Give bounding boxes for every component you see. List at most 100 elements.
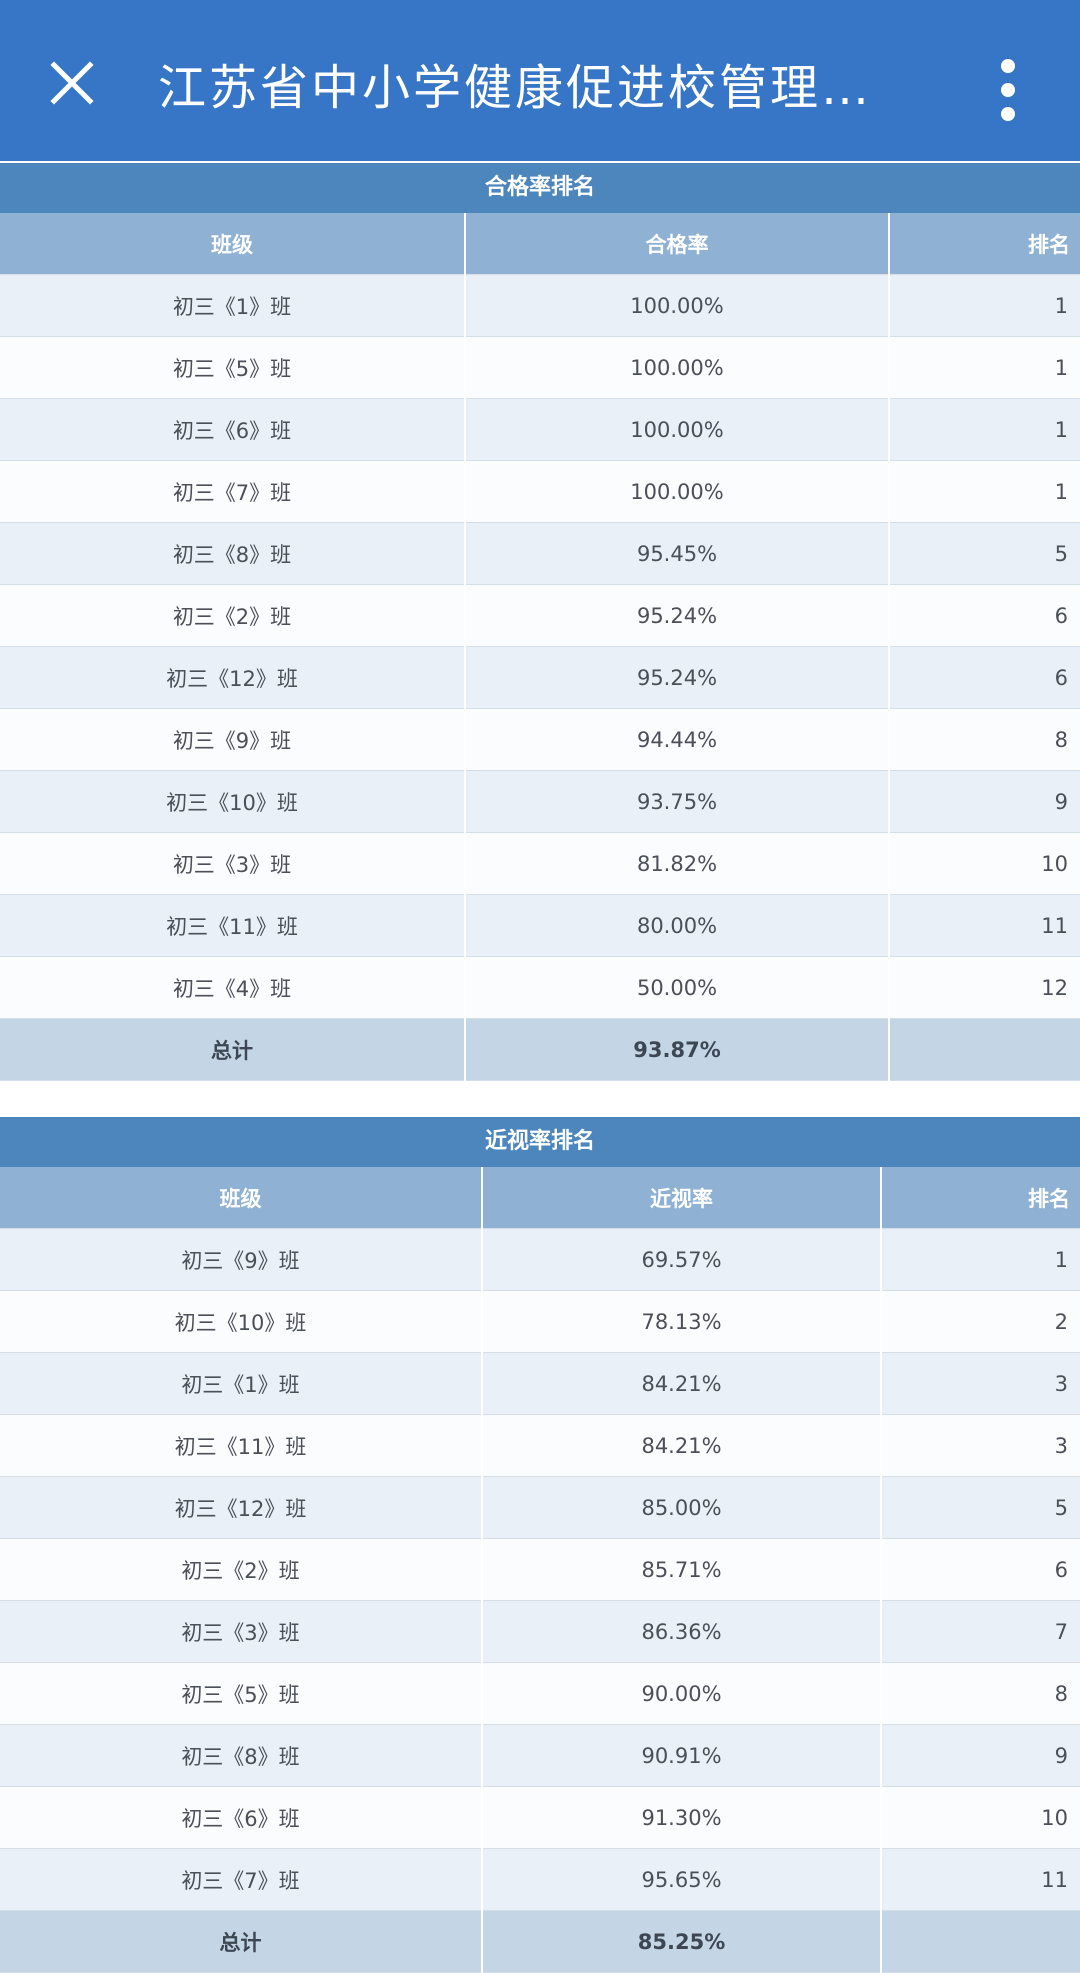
cell-rank: 3 — [880, 1352, 1080, 1415]
cell-class: 初三《6》班 — [0, 1786, 482, 1849]
cell-rank: 11 — [880, 1848, 1080, 1911]
cell-class: 初三《2》班 — [0, 584, 465, 647]
cell-rank: 10 — [888, 832, 1080, 895]
cell-class: 初三《7》班 — [0, 460, 465, 523]
column-header-pass-rate: 合格率 — [464, 213, 889, 275]
total-rank — [888, 1018, 1080, 1081]
cell-class: 初三《3》班 — [0, 832, 465, 895]
cell-rank: 8 — [880, 1662, 1080, 1725]
total-value: 93.87% — [464, 1018, 889, 1081]
table-row: 初三《7》班 95.65% 11 — [0, 1848, 1080, 1911]
cell-class: 初三《1》班 — [0, 1352, 482, 1415]
cell-rank: 5 — [880, 1476, 1080, 1539]
cell-class: 初三《2》班 — [0, 1538, 482, 1601]
table-row: 初三《6》班 91.30% 10 — [0, 1786, 1080, 1849]
cell-rank: 1 — [888, 336, 1080, 399]
table-row: 初三《5》班 100.00% 1 — [0, 336, 1080, 399]
myopia-rate-table-title: 近视率排名 — [0, 1115, 1080, 1167]
cell-rank: 9 — [888, 770, 1080, 833]
table-row: 初三《3》班 86.36% 7 — [0, 1600, 1080, 1663]
cell-rank: 1 — [888, 274, 1080, 337]
cell-class: 初三《11》班 — [0, 894, 465, 957]
column-header-rank: 排名 — [888, 213, 1080, 275]
table-row: 初三《12》班 95.24% 6 — [0, 646, 1080, 709]
cell-value: 84.21% — [481, 1414, 881, 1477]
cell-value: 95.65% — [481, 1848, 881, 1911]
cell-class: 初三《5》班 — [0, 1662, 482, 1725]
total-value: 85.25% — [481, 1910, 881, 1973]
cell-value: 85.00% — [481, 1476, 881, 1539]
cell-class: 初三《9》班 — [0, 1228, 482, 1291]
cell-value: 80.00% — [464, 894, 889, 957]
cell-rank: 11 — [888, 894, 1080, 957]
cell-value: 85.71% — [481, 1538, 881, 1601]
table-row: 初三《1》班 84.21% 3 — [0, 1352, 1080, 1415]
cell-rank: 6 — [880, 1538, 1080, 1601]
cell-rank: 12 — [888, 956, 1080, 1019]
more-vertical-icon-dot — [1001, 83, 1015, 97]
table-row: 初三《3》班 81.82% 10 — [0, 832, 1080, 895]
column-header-rank: 排名 — [880, 1167, 1080, 1229]
total-label: 总计 — [0, 1910, 482, 1973]
table-total-row: 总计 93.87% — [0, 1018, 1080, 1081]
cell-rank: 8 — [888, 708, 1080, 771]
cell-value: 100.00% — [464, 274, 889, 337]
pass-rate-table: 班级 合格率 排名 初三《1》班 100.00% 1 初三《5》班 100.00% 1 初三… — [0, 213, 1080, 1081]
more-vertical-icon — [1001, 59, 1015, 73]
cell-class: 初三《12》班 — [0, 646, 465, 709]
cell-rank: 5 — [888, 522, 1080, 585]
cell-class: 初三《1》班 — [0, 274, 465, 337]
more-vertical-icon-dot — [1001, 107, 1015, 121]
cell-class: 初三《12》班 — [0, 1476, 482, 1539]
cell-value: 50.00% — [464, 956, 889, 1019]
column-header-class: 班级 — [0, 213, 465, 275]
cell-class: 初三《10》班 — [0, 1290, 482, 1353]
myopia-rate-section: 近视率排名 班级 近视率 排名 初三《9》班 69.57% 1 初三《10》班 78.1… — [0, 1115, 1080, 1973]
cell-value: 91.30% — [481, 1786, 881, 1849]
cell-class: 初三《5》班 — [0, 336, 465, 399]
table-header-row: 班级 合格率 排名 — [0, 213, 1080, 275]
cell-value: 95.45% — [464, 522, 889, 585]
cell-value: 93.75% — [464, 770, 889, 833]
app-bar: 江苏省中小学健康促进校管理… — [0, 0, 1080, 161]
cell-rank: 2 — [880, 1290, 1080, 1353]
cell-rank: 9 — [880, 1724, 1080, 1787]
cell-rank: 7 — [880, 1600, 1080, 1663]
table-row: 初三《6》班 100.00% 1 — [0, 398, 1080, 461]
cell-value: 78.13% — [481, 1290, 881, 1353]
close-button[interactable] — [32, 43, 112, 123]
table-total-row: 总计 85.25% — [0, 1910, 1080, 1973]
table-row: 初三《12》班 85.00% 5 — [0, 1476, 1080, 1539]
cell-rank: 1 — [888, 398, 1080, 461]
more-options-button[interactable] — [968, 50, 1048, 130]
table-row: 初三《4》班 50.00% 12 — [0, 956, 1080, 1019]
cell-value: 90.91% — [481, 1724, 881, 1787]
cell-value: 100.00% — [464, 460, 889, 523]
table-row: 初三《8》班 90.91% 9 — [0, 1724, 1080, 1787]
total-label: 总计 — [0, 1018, 465, 1081]
cell-class: 初三《9》班 — [0, 708, 465, 771]
close-icon — [50, 61, 94, 105]
cell-value: 84.21% — [481, 1352, 881, 1415]
table-header-row: 班级 近视率 排名 — [0, 1167, 1080, 1229]
cell-value: 100.00% — [464, 398, 889, 461]
cell-rank: 1 — [880, 1228, 1080, 1291]
table-row: 初三《9》班 94.44% 8 — [0, 708, 1080, 771]
table-row: 初三《10》班 78.13% 2 — [0, 1290, 1080, 1353]
cell-value: 86.36% — [481, 1600, 881, 1663]
table-row: 初三《7》班 100.00% 1 — [0, 460, 1080, 523]
pass-rate-section: 合格率排名 班级 合格率 排名 初三《1》班 100.00% 1 初三《5》班 100.… — [0, 161, 1080, 1081]
cell-value: 95.24% — [464, 646, 889, 709]
table-row: 初三《2》班 85.71% 6 — [0, 1538, 1080, 1601]
cell-value: 81.82% — [464, 832, 889, 895]
cell-value: 100.00% — [464, 336, 889, 399]
report-content: 合格率排名 班级 合格率 排名 初三《1》班 100.00% 1 初三《5》班 100.… — [0, 161, 1080, 1973]
cell-value: 94.44% — [464, 708, 889, 771]
cell-class: 初三《8》班 — [0, 1724, 482, 1787]
table-row: 初三《5》班 90.00% 8 — [0, 1662, 1080, 1725]
column-header-myopia-rate: 近视率 — [481, 1167, 881, 1229]
cell-class: 初三《3》班 — [0, 1600, 482, 1663]
column-header-class: 班级 — [0, 1167, 482, 1229]
table-row: 初三《11》班 80.00% 11 — [0, 894, 1080, 957]
cell-class: 初三《7》班 — [0, 1848, 482, 1911]
